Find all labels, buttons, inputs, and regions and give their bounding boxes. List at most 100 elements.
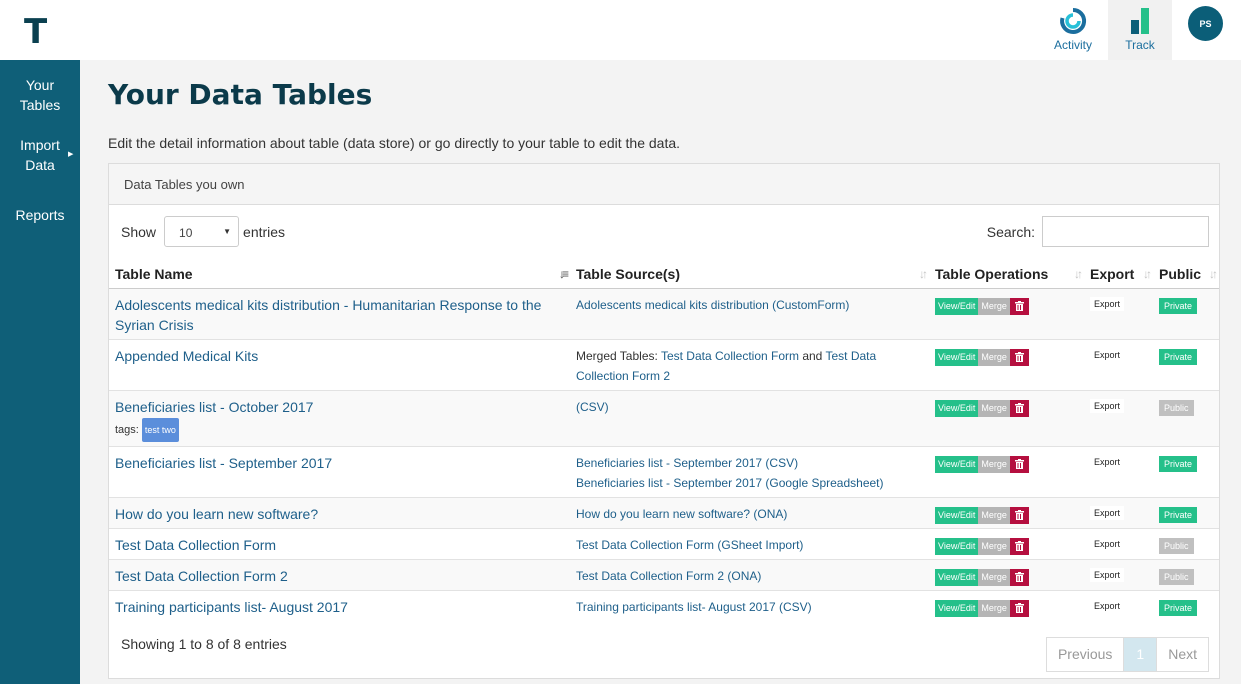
- entries-label: entries: [243, 223, 286, 240]
- source-link[interactable]: Test Data Collection Form (GSheet Import…: [576, 538, 803, 552]
- merge-button[interactable]: Merge: [978, 399, 1010, 417]
- column-header-table-source[interactable]: Table Source(s) ↓↑: [570, 260, 929, 289]
- nav-activity-label: Activity: [1053, 38, 1092, 52]
- page-button-current[interactable]: 1: [1123, 638, 1158, 671]
- export-button[interactable]: Export: [1090, 296, 1125, 311]
- table-name-link[interactable]: How do you learn new software?: [115, 506, 318, 522]
- visibility-badge[interactable]: Private: [1159, 455, 1198, 472]
- delete-button[interactable]: [1009, 506, 1029, 524]
- view-edit-button[interactable]: View/Edit: [935, 537, 979, 555]
- view-edit-button[interactable]: View/Edit: [935, 297, 979, 315]
- view-edit-button[interactable]: View/Edit: [935, 506, 979, 524]
- tag-badge[interactable]: test two: [141, 417, 179, 442]
- table-name-cell: Test Data Collection Form 2: [109, 558, 570, 590]
- table-row: Test Data Collection Form Test Data Colle…: [109, 527, 1219, 559]
- app-logo[interactable]: T: [24, 12, 47, 52]
- source-link[interactable]: Training participants list- August 2017 …: [576, 600, 812, 614]
- table-row: Test Data Collection Form 2 Test Data Col…: [109, 558, 1219, 590]
- delete-button[interactable]: [1009, 599, 1029, 617]
- public-cell: Public: [1153, 389, 1219, 446]
- visibility-badge[interactable]: Private: [1159, 506, 1198, 523]
- user-avatar[interactable]: PS: [1188, 6, 1223, 41]
- view-edit-button[interactable]: View/Edit: [935, 348, 979, 366]
- delete-button[interactable]: [1009, 568, 1029, 586]
- nav-track[interactable]: Track: [1108, 0, 1172, 60]
- table-name-link[interactable]: Test Data Collection Form: [115, 537, 276, 553]
- sidebar: Your Tables Import Data ▶ Reports: [0, 60, 80, 684]
- column-header-export[interactable]: Export ↓↑: [1084, 260, 1153, 289]
- visibility-badge[interactable]: Private: [1159, 297, 1198, 314]
- tables-panel: Data Tables you own Show 10 ▼ entries Se…: [108, 163, 1220, 679]
- table-info: Showing 1 to 8 of 8 entries: [121, 636, 287, 652]
- source-text: Merged Tables:: [576, 348, 661, 363]
- table-name-cell: Test Data Collection Form: [109, 527, 570, 559]
- export-cell: Export: [1084, 589, 1153, 621]
- track-icon: [1128, 6, 1152, 39]
- visibility-badge[interactable]: Private: [1159, 599, 1198, 616]
- pagination: Previous 1 Next: [1045, 637, 1209, 672]
- table-operations-cell: View/Edit Merge: [929, 287, 1084, 339]
- source-link[interactable]: Test Data Collection Form: [661, 349, 799, 363]
- table-name-cell: Training participants list- August 2017: [109, 589, 570, 621]
- visibility-badge[interactable]: Private: [1159, 348, 1198, 365]
- table-operations-cell: View/Edit Merge: [929, 445, 1084, 497]
- table-name-link[interactable]: Beneficiaries list - October 2017: [115, 399, 313, 415]
- table-operations-cell: View/Edit Merge: [929, 338, 1084, 390]
- visibility-badge[interactable]: Public: [1159, 399, 1194, 416]
- next-button[interactable]: Next: [1157, 638, 1208, 671]
- merge-button[interactable]: Merge: [978, 348, 1010, 366]
- source-link[interactable]: (CSV): [576, 400, 609, 414]
- merge-button[interactable]: Merge: [978, 297, 1010, 315]
- merge-button[interactable]: Merge: [978, 568, 1010, 586]
- source-link[interactable]: Beneficiaries list - September 2017 (Goo…: [576, 476, 884, 490]
- delete-button[interactable]: [1009, 348, 1029, 366]
- column-header-public[interactable]: Public ↓↑: [1153, 260, 1219, 289]
- merge-button[interactable]: Merge: [978, 537, 1010, 555]
- merge-button[interactable]: Merge: [978, 599, 1010, 617]
- export-button[interactable]: Export: [1090, 598, 1125, 613]
- export-cell: Export: [1084, 287, 1153, 339]
- export-button[interactable]: Export: [1090, 347, 1125, 362]
- sidebar-item-reports[interactable]: Reports: [0, 205, 80, 225]
- public-cell: Private: [1153, 287, 1219, 339]
- sidebar-item-your-tables[interactable]: Your Tables: [0, 75, 80, 115]
- table-name-link[interactable]: Adolescents medical kits distribution - …: [115, 297, 541, 333]
- export-cell: Export: [1084, 338, 1153, 390]
- trash-icon: [1014, 403, 1024, 413]
- public-cell: Private: [1153, 589, 1219, 621]
- delete-button[interactable]: [1009, 455, 1029, 473]
- delete-button[interactable]: [1009, 399, 1029, 417]
- merge-button[interactable]: Merge: [978, 455, 1010, 473]
- column-header-table-name[interactable]: Table Name ↓≡: [109, 260, 570, 289]
- source-link[interactable]: Adolescents medical kits distribution (C…: [576, 298, 849, 312]
- table-name-link[interactable]: Beneficiaries list - September 2017: [115, 455, 332, 471]
- view-edit-button[interactable]: View/Edit: [935, 599, 979, 617]
- column-header-table-operations[interactable]: Table Operations ↓↑: [929, 260, 1084, 289]
- view-edit-button[interactable]: View/Edit: [935, 399, 979, 417]
- visibility-badge[interactable]: Public: [1159, 537, 1194, 554]
- nav-activity[interactable]: Activity: [1040, 0, 1106, 60]
- table-name-link[interactable]: Test Data Collection Form 2: [115, 568, 288, 584]
- merge-button[interactable]: Merge: [978, 506, 1010, 524]
- export-button[interactable]: Export: [1090, 454, 1125, 469]
- delete-button[interactable]: [1009, 537, 1029, 555]
- export-button[interactable]: Export: [1090, 505, 1125, 520]
- search-input[interactable]: [1042, 216, 1209, 247]
- export-button[interactable]: Export: [1090, 536, 1125, 551]
- previous-button[interactable]: Previous: [1047, 638, 1123, 671]
- table-name-link[interactable]: Appended Medical Kits: [115, 348, 258, 364]
- visibility-badge[interactable]: Public: [1159, 568, 1194, 585]
- search-control: Search:: [987, 216, 1209, 247]
- view-edit-button[interactable]: View/Edit: [935, 455, 979, 473]
- table-name-link[interactable]: Training participants list- August 2017: [115, 599, 348, 615]
- source-link[interactable]: How do you learn new software? (ONA): [576, 507, 787, 521]
- table-name-cell: Beneficiaries list - September 2017: [109, 445, 570, 497]
- source-link[interactable]: Beneficiaries list - September 2017 (CSV…: [576, 456, 798, 470]
- export-button[interactable]: Export: [1090, 567, 1125, 582]
- delete-button[interactable]: [1009, 297, 1029, 315]
- view-edit-button[interactable]: View/Edit: [935, 568, 979, 586]
- trash-icon: [1014, 459, 1024, 469]
- export-button[interactable]: Export: [1090, 398, 1125, 413]
- source-link[interactable]: Test Data Collection Form 2 (ONA): [576, 569, 761, 583]
- entries-select[interactable]: 10 ▼: [164, 216, 240, 247]
